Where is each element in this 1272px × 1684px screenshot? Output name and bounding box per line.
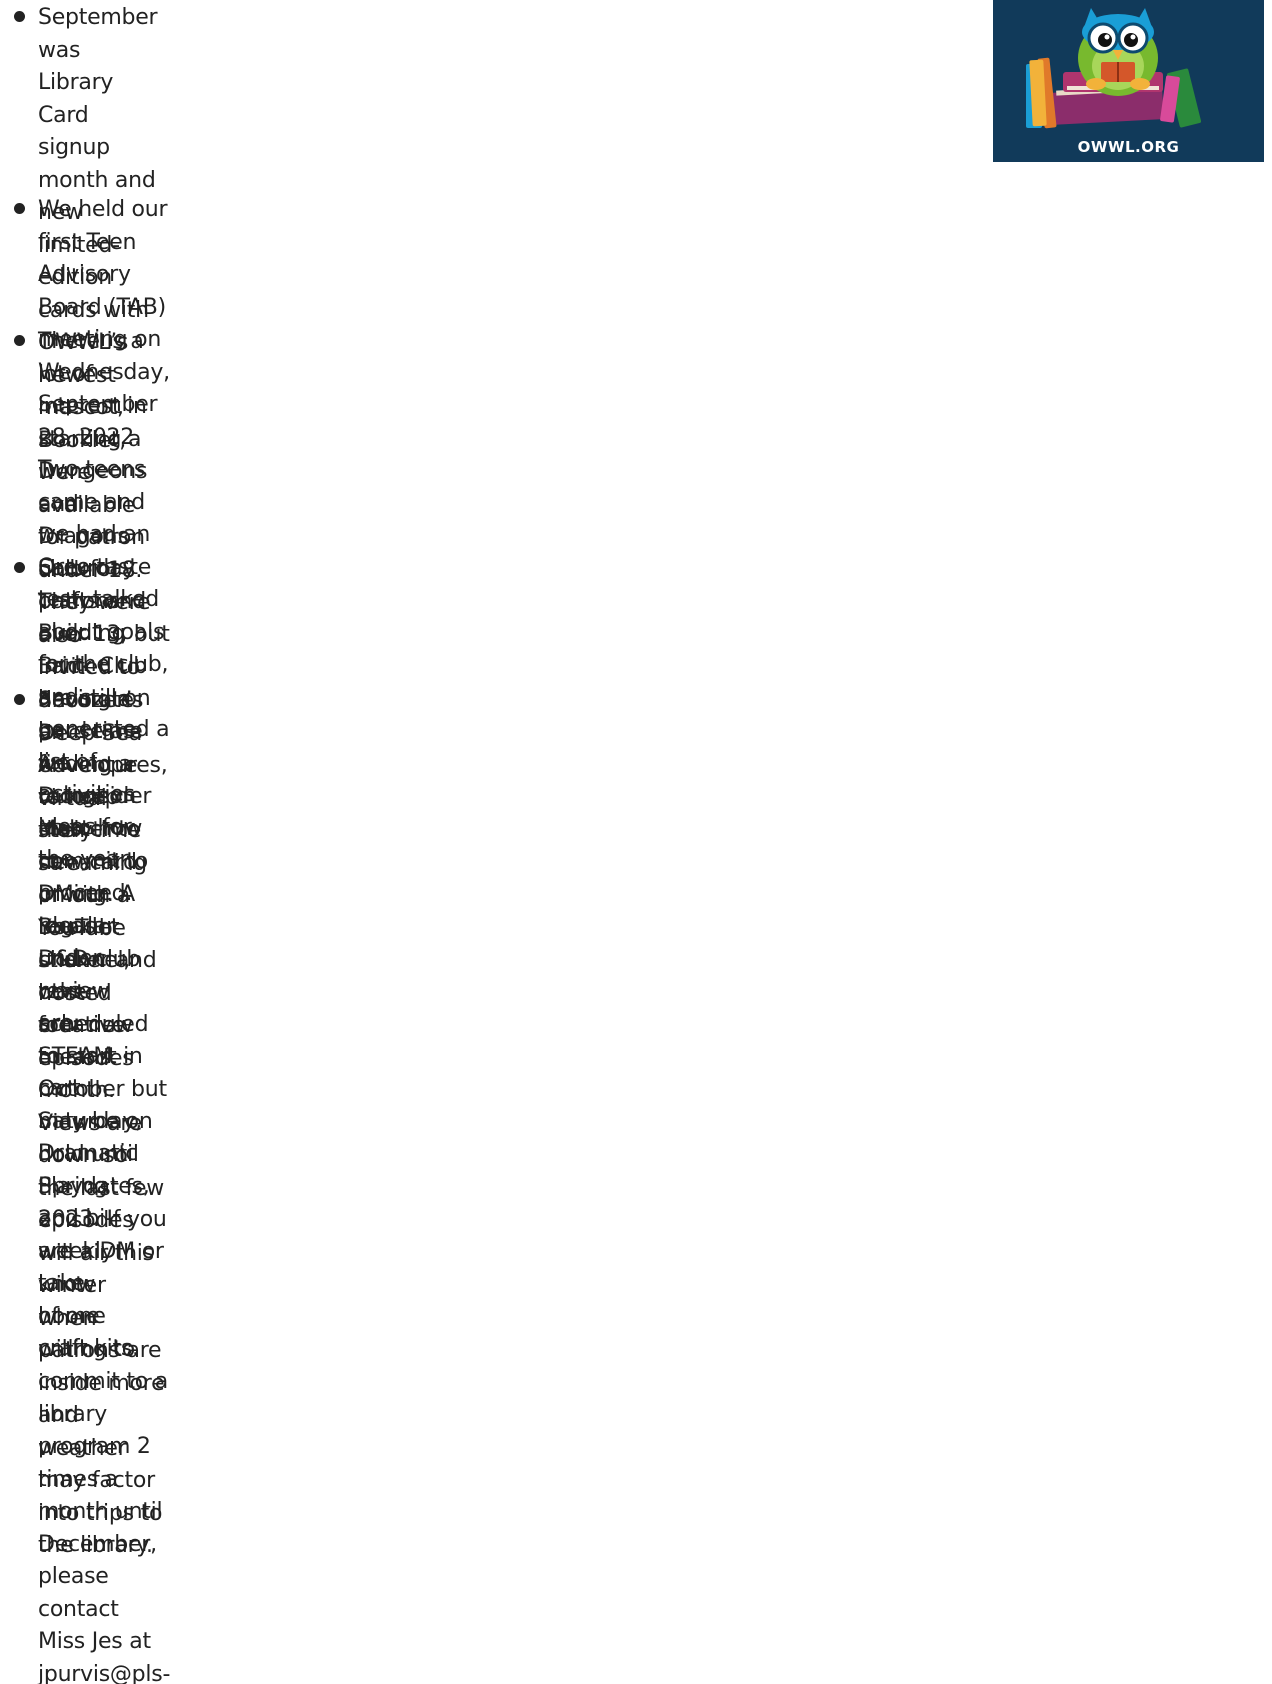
bullet-icon — [14, 553, 36, 586]
bullet-icon — [14, 194, 36, 227]
logo-caption: OWWL.ORG — [1077, 138, 1180, 156]
owwl-logo-image: OWWL.ORG — [993, 0, 1264, 162]
document-page: September was Library Card signup month … — [0, 0, 1272, 1684]
bullet-text: Snoozer’s Deep Sea Adventures, virtual s… — [38, 688, 168, 1558]
bullet-icon — [14, 685, 36, 718]
bullet-icon — [14, 2, 36, 35]
bullet-icon — [14, 326, 36, 359]
